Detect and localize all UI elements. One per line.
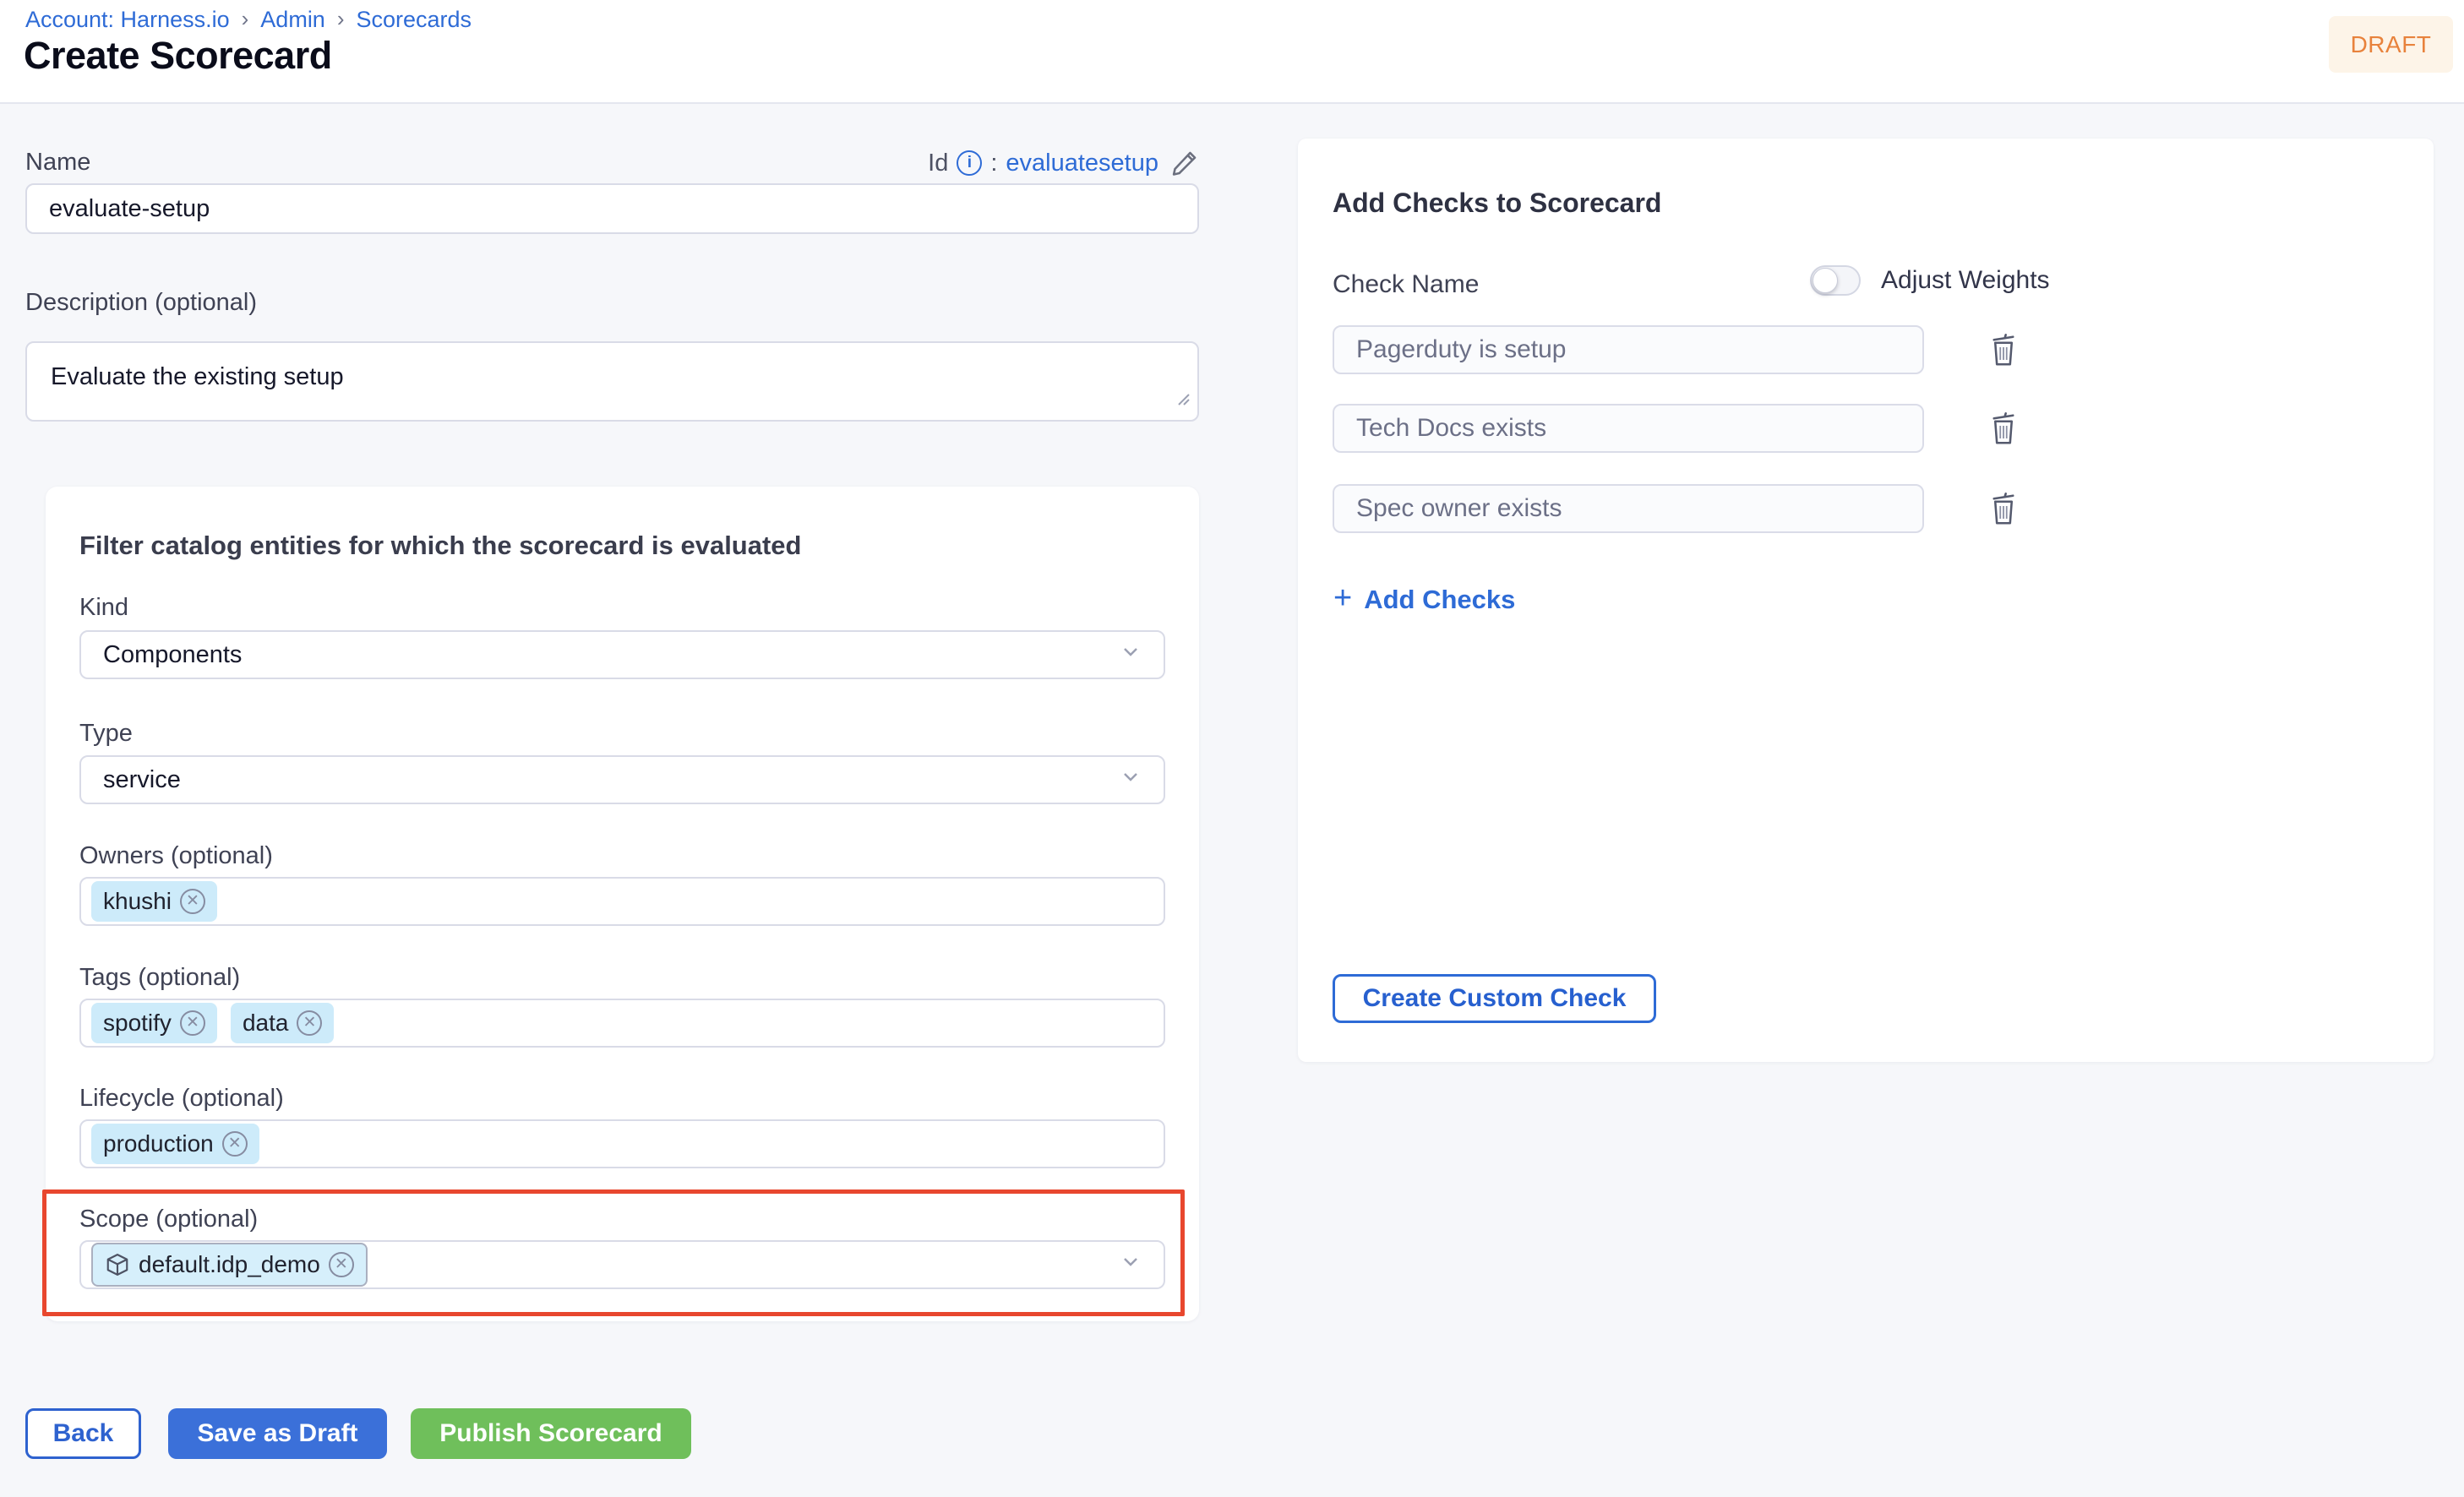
- remove-chip-icon[interactable]: ✕: [297, 1010, 322, 1036]
- page-header: Account: Harness.io › Admin › Scorecards…: [0, 0, 2464, 104]
- check-name-value: Pagerduty is setup: [1356, 335, 1566, 364]
- remove-chip-icon[interactable]: ✕: [222, 1131, 248, 1157]
- description-label: Description (optional): [25, 289, 257, 317]
- create-scorecard-page: Account: Harness.io › Admin › Scorecards…: [0, 0, 2464, 1497]
- check-row: Tech Docs exists: [1333, 404, 2019, 453]
- save-as-draft-button[interactable]: Save as Draft: [168, 1408, 387, 1459]
- description-textarea[interactable]: Evaluate the existing setup: [25, 341, 1199, 422]
- owners-input[interactable]: khushi ✕: [79, 877, 1165, 926]
- scope-label: Scope (optional): [79, 1206, 258, 1233]
- owners-label: Owners (optional): [79, 842, 273, 870]
- add-checks-title: Add Checks to Scorecard: [1333, 188, 1661, 219]
- lifecycle-input[interactable]: production ✕: [79, 1119, 1165, 1168]
- back-button[interactable]: Back: [25, 1408, 141, 1459]
- check-row: Spec owner exists: [1333, 484, 2019, 533]
- tags-input[interactable]: spotify ✕ data ✕: [79, 999, 1165, 1048]
- id-label: Id: [928, 150, 948, 177]
- type-select-value: service: [103, 766, 181, 794]
- delete-check-trash-icon[interactable]: [1988, 491, 2019, 526]
- type-select[interactable]: service: [79, 755, 1165, 804]
- scope-chip: default.idp_demo ✕: [91, 1243, 368, 1287]
- id-colon: :: [990, 150, 997, 177]
- toggle-knob: [1813, 268, 1838, 293]
- name-input[interactable]: evaluate-setup: [25, 183, 1199, 234]
- kind-select-value: Components: [103, 641, 242, 669]
- scope-select[interactable]: default.idp_demo ✕: [79, 1240, 1165, 1289]
- adjust-weights-row: Adjust Weights: [1810, 265, 2050, 296]
- owner-chip: khushi ✕: [91, 881, 217, 922]
- check-row: Pagerduty is setup: [1333, 325, 2019, 374]
- name-input-value: evaluate-setup: [49, 195, 210, 223]
- kind-select[interactable]: Components: [79, 630, 1165, 679]
- tag-chip-label: data: [243, 1010, 289, 1037]
- breadcrumb: Account: Harness.io › Admin › Scorecards: [25, 7, 472, 33]
- scope-chip-label: default.idp_demo: [139, 1251, 320, 1278]
- tag-chip: data ✕: [231, 1003, 335, 1043]
- check-name-value: Spec owner exists: [1356, 494, 1562, 523]
- chevron-down-icon: [1120, 640, 1142, 669]
- breadcrumb-separator-icon: ›: [242, 6, 249, 32]
- lifecycle-label: Lifecycle (optional): [79, 1085, 284, 1113]
- status-badge: DRAFT: [2329, 16, 2453, 73]
- chevron-down-icon: [1120, 765, 1142, 794]
- resize-grip-icon[interactable]: [1174, 385, 1191, 413]
- cube-icon: [105, 1252, 130, 1277]
- edit-id-pencil-icon[interactable]: [1170, 149, 1199, 177]
- delete-check-trash-icon[interactable]: [1988, 411, 2019, 446]
- add-checks-label: Add Checks: [1364, 585, 1515, 615]
- remove-chip-icon[interactable]: ✕: [329, 1252, 354, 1277]
- create-custom-check-button[interactable]: Create Custom Check: [1333, 974, 1656, 1023]
- check-name-input[interactable]: Spec owner exists: [1333, 484, 1924, 533]
- check-name-value: Tech Docs exists: [1356, 414, 1546, 443]
- kind-label: Kind: [79, 594, 128, 622]
- description-value: Evaluate the existing setup: [51, 363, 344, 390]
- delete-check-trash-icon[interactable]: [1988, 332, 2019, 367]
- type-label: Type: [79, 720, 133, 748]
- check-name-input[interactable]: Pagerduty is setup: [1333, 325, 1924, 374]
- adjust-weights-label: Adjust Weights: [1881, 266, 2050, 295]
- tag-chip: spotify ✕: [91, 1003, 217, 1043]
- plus-icon: +: [1333, 585, 1352, 611]
- add-checks-card: Add Checks to Scorecard Check Name Adjus…: [1298, 139, 2434, 1062]
- page-title: Create Scorecard: [24, 34, 332, 78]
- filter-card-title: Filter catalog entities for which the sc…: [79, 531, 801, 561]
- remove-chip-icon[interactable]: ✕: [180, 889, 205, 914]
- publish-scorecard-button[interactable]: Publish Scorecard: [411, 1408, 691, 1459]
- info-icon[interactable]: i: [957, 150, 982, 176]
- lifecycle-chip-label: production: [103, 1130, 214, 1157]
- name-label: Name: [25, 149, 90, 177]
- chevron-down-icon: [1120, 1250, 1142, 1279]
- check-name-column-label: Check Name: [1333, 270, 1479, 299]
- entity-id-row: Id i : evaluatesetup: [928, 149, 1199, 177]
- remove-chip-icon[interactable]: ✕: [180, 1010, 205, 1036]
- id-value-link[interactable]: evaluatesetup: [1006, 150, 1158, 177]
- adjust-weights-toggle[interactable]: [1810, 265, 1861, 296]
- breadcrumb-scorecards-link[interactable]: Scorecards: [357, 7, 472, 33]
- lifecycle-chip: production ✕: [91, 1124, 259, 1164]
- add-checks-button[interactable]: + Add Checks: [1323, 578, 1525, 622]
- breadcrumb-admin-link[interactable]: Admin: [260, 7, 325, 33]
- tag-chip-label: spotify: [103, 1010, 172, 1037]
- tags-label: Tags (optional): [79, 964, 240, 992]
- owner-chip-label: khushi: [103, 888, 172, 915]
- check-name-input[interactable]: Tech Docs exists: [1333, 404, 1924, 453]
- breadcrumb-separator-icon: ›: [337, 6, 345, 32]
- breadcrumb-account-link[interactable]: Account: Harness.io: [25, 7, 230, 33]
- filter-card: Filter catalog entities for which the sc…: [46, 487, 1199, 1321]
